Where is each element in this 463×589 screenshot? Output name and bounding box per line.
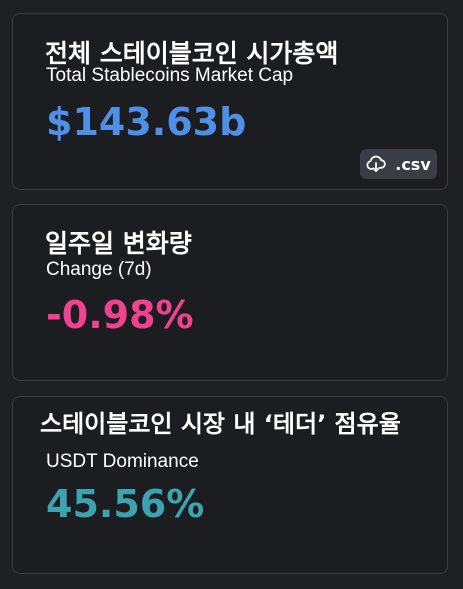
- card-title-korean: 스테이블코인 시장 내 ‘테더’ 점유율: [40, 410, 401, 438]
- download-csv-button[interactable]: .csv: [360, 149, 437, 179]
- market-cap-value: $143.63b: [46, 100, 247, 144]
- card-title-english: Change (7d): [46, 259, 152, 280]
- download-csv-label: .csv: [395, 154, 431, 174]
- card-title-english: Total Stablecoins Market Cap: [46, 65, 294, 86]
- total-market-cap-card: 전체 스테이블코인 시가총액 Total Stablecoins Market …: [12, 13, 448, 190]
- weekly-change-card: 일주일 변화량 Change (7d) -0.98%: [12, 204, 448, 381]
- usdt-dominance-card: 스테이블코인 시장 내 ‘테더’ 점유율 USDT Dominance 45.5…: [12, 396, 448, 574]
- cloud-download-icon: [366, 155, 387, 173]
- stats-panel: 전체 스테이블코인 시가총액 Total Stablecoins Market …: [0, 0, 463, 589]
- usdt-dominance-value: 45.56%: [46, 482, 205, 526]
- card-title-english: USDT Dominance: [46, 451, 199, 472]
- card-title-korean: 일주일 변화량: [45, 229, 192, 258]
- weekly-change-value: -0.98%: [46, 293, 194, 337]
